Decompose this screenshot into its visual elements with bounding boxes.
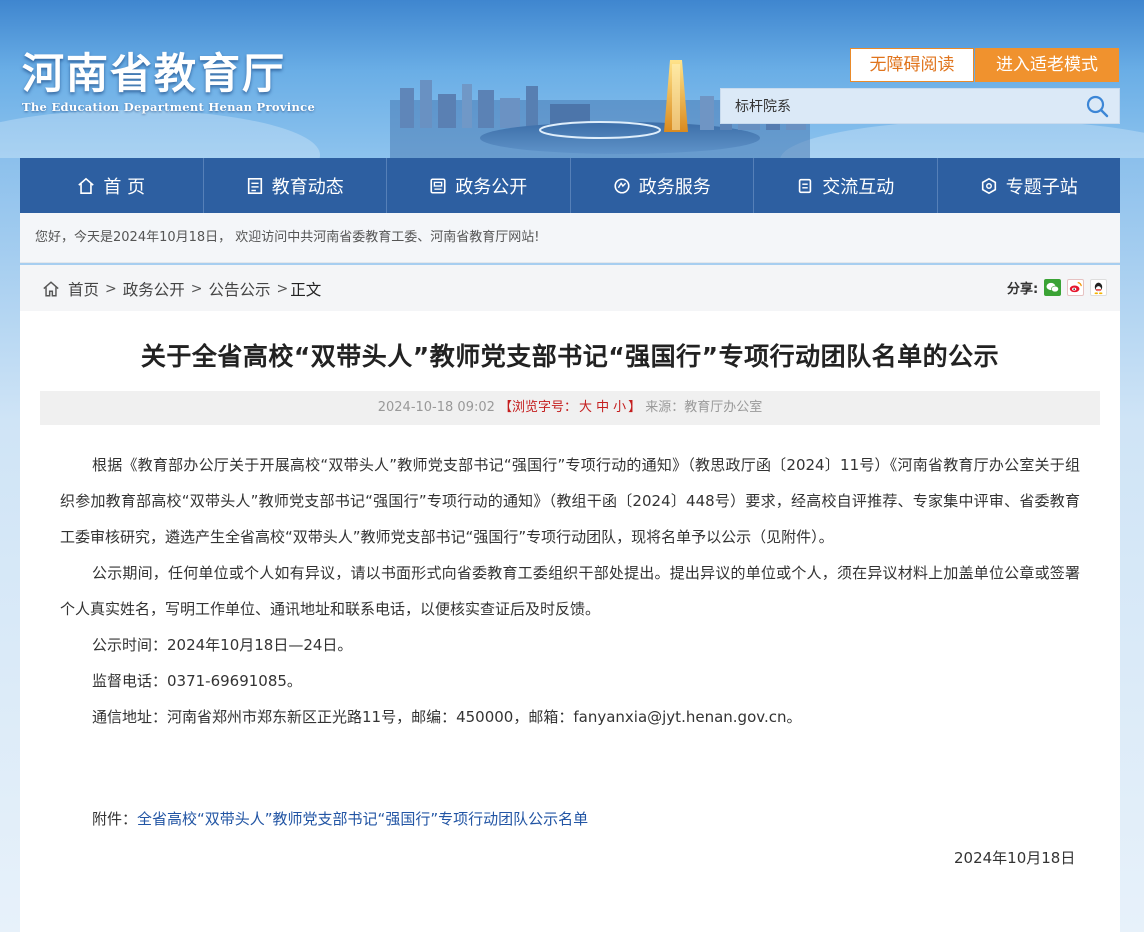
breadcrumb-bar: 首页 > 政务公开 > 公告公示 > 正文 分享: (20, 265, 1120, 311)
home-icon (43, 281, 59, 297)
article-panel: 首页 > 政务公开 > 公告公示 > 正文 分享: 关于全省高校“双带头人”教师… (20, 265, 1120, 932)
attachment-line: 附件：全省高校“双带头人”教师党支部书记“强国行”专项行动团队公示名单 (92, 808, 588, 829)
share-bar: 分享: (1007, 278, 1108, 297)
welcome-bar: 您好，今天是2024年10月18日， 欢迎访问中共河南省委教育工委、河南省教育厅… (20, 213, 1120, 263)
nav-item-label: 政务服务 (638, 176, 711, 198)
breadcrumb-separator: > (190, 281, 203, 297)
service-icon (614, 177, 630, 194)
nav-item-home[interactable]: 首 页 (20, 158, 204, 213)
nav-item-interaction[interactable]: 交流互动 (754, 158, 938, 213)
topic-icon (981, 177, 996, 194)
breadcrumb-announcements[interactable]: 公告公示 (209, 278, 271, 300)
nav-item-label: 政务公开 (455, 176, 528, 198)
nav-item-label: 交流互动 (822, 176, 895, 198)
article-title: 关于全省高校“双带头人”教师党支部书记“强国行”专项行动团队名单的公示 (140, 342, 1000, 371)
nav-item-government-affairs[interactable]: 政务公开 (387, 158, 571, 213)
attachment-link[interactable]: 全省高校“双带头人”教师党支部书记“强国行”专项行动团队公示名单 (137, 810, 588, 828)
publish-date: 2024-10-18 09:02 (377, 400, 495, 415)
nav-item-government-services[interactable]: 政务服务 (571, 158, 754, 213)
attachment-label: 附件： (92, 810, 138, 828)
breadcrumb-current: 正文 (290, 281, 322, 299)
article-paragraph: 监督电话：0371-69691085。 (92, 672, 302, 690)
article-source: 来源：教育厅办公室 (645, 400, 763, 415)
breadcrumb: 首页 > 政务公开 > 公告公示 > 正文 (42, 278, 321, 300)
font-size-large-button[interactable]: 大 (579, 400, 592, 415)
elder-mode-button[interactable]: 进入适老模式 (975, 48, 1119, 82)
site-logo-text[interactable]: 河南省教育厅 (22, 40, 286, 101)
article-body: 根据《教育部办公厅关于开展高校“双带头人”教师党支部书记“强国行”专项行动的通知… (60, 447, 1080, 735)
font-size-suffix: 】 (628, 400, 642, 415)
home-icon (78, 177, 95, 194)
breadcrumb-separator: > (276, 281, 289, 297)
font-size-prefix: 【浏览字号： (499, 400, 578, 415)
article-meta: 2024-10-18 09:02 【浏览字号：大中小】 来源：教育厅办公室 (40, 391, 1100, 425)
qq-share-icon[interactable] (1090, 279, 1108, 296)
site-logo-subtitle: The Education Department Henan Province (22, 100, 316, 114)
share-label: 分享: (1007, 282, 1039, 297)
article-paragraph: 通信地址：河南省郑州市郑东新区正光路11号，邮编：450000，邮箱：fanya… (92, 708, 802, 726)
article-paragraph: 根据《教育部办公厅关于开展高校“双带头人”教师党支部书记“强国行”专项行动的通知… (60, 456, 1080, 546)
breadcrumb-home[interactable]: 首页 (68, 278, 99, 300)
font-size-control: 【浏览字号：大中小】 (499, 400, 645, 415)
font-size-small-button[interactable]: 小 (613, 400, 626, 415)
nav-item-label: 教育动态 (271, 176, 344, 198)
breadcrumb-government-affairs[interactable]: 政务公开 (123, 278, 185, 300)
search-input[interactable] (721, 89, 1081, 123)
accessibility-reading-button[interactable]: 无障碍阅读 (850, 48, 974, 82)
nav-item-topic-sites[interactable]: 专题子站 (938, 158, 1121, 213)
nav-item-label: 专题子站 (1005, 176, 1078, 198)
search-icon[interactable] (1085, 94, 1109, 118)
weibo-share-icon[interactable] (1067, 279, 1085, 296)
interaction-icon (799, 178, 812, 193)
main-navigation: 首 页 教育动态 政务公开 政务服务 交流互动 专题子站 (20, 158, 1120, 213)
wechat-share-icon[interactable] (1044, 279, 1062, 296)
article-paragraph: 公示时间：2024年10月18日—24日。 (92, 636, 353, 654)
font-size-medium-button[interactable]: 中 (596, 400, 609, 415)
nav-item-education-news[interactable]: 教育动态 (204, 158, 387, 213)
site-header: 河南省教育厅 The Education Department Henan Pr… (0, 0, 1144, 158)
breadcrumb-separator: > (105, 281, 117, 297)
search-box (720, 88, 1120, 124)
signature-date: 2024年10月18日 (954, 849, 1076, 867)
news-icon (247, 177, 262, 194)
article-paragraph: 公示期间，任何单位或个人如有异议，请以书面形式向省委教育工委组织干部处提出。提出… (60, 564, 1080, 618)
document-icon (430, 177, 446, 194)
nav-item-label: 首 页 (103, 176, 146, 198)
